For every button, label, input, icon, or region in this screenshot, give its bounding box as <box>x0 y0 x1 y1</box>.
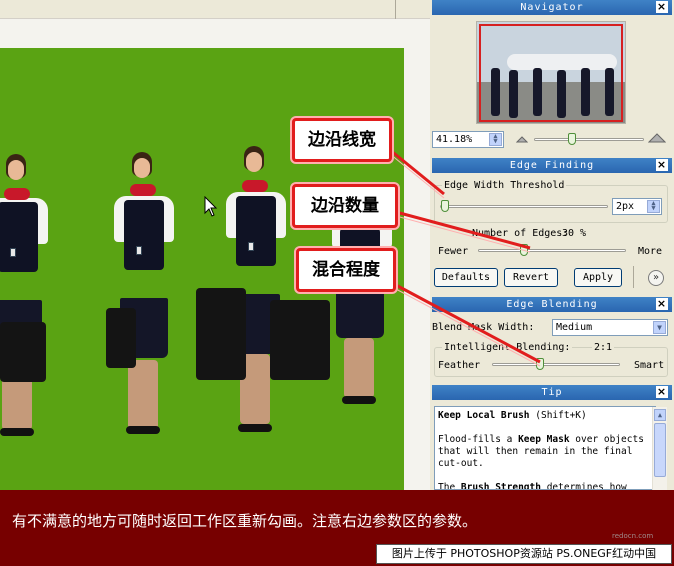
callout-edge-width: 边沿线宽 <box>292 118 392 162</box>
callout-blend-degree: 混合程度 <box>296 248 396 292</box>
callout-pointer-lines <box>389 148 541 367</box>
upload-credit: 图片上传于 PHOTOSHOP资源站 PS.ONEGF红动中国 <box>376 544 672 564</box>
caption-text: 有不满意的地方可随时返回工作区重新勾画。注意右边参数区的参数。 <box>12 512 478 530</box>
callout-edge-count: 边沿数量 <box>292 184 398 228</box>
site-watermark: redocn.com <box>612 532 654 540</box>
